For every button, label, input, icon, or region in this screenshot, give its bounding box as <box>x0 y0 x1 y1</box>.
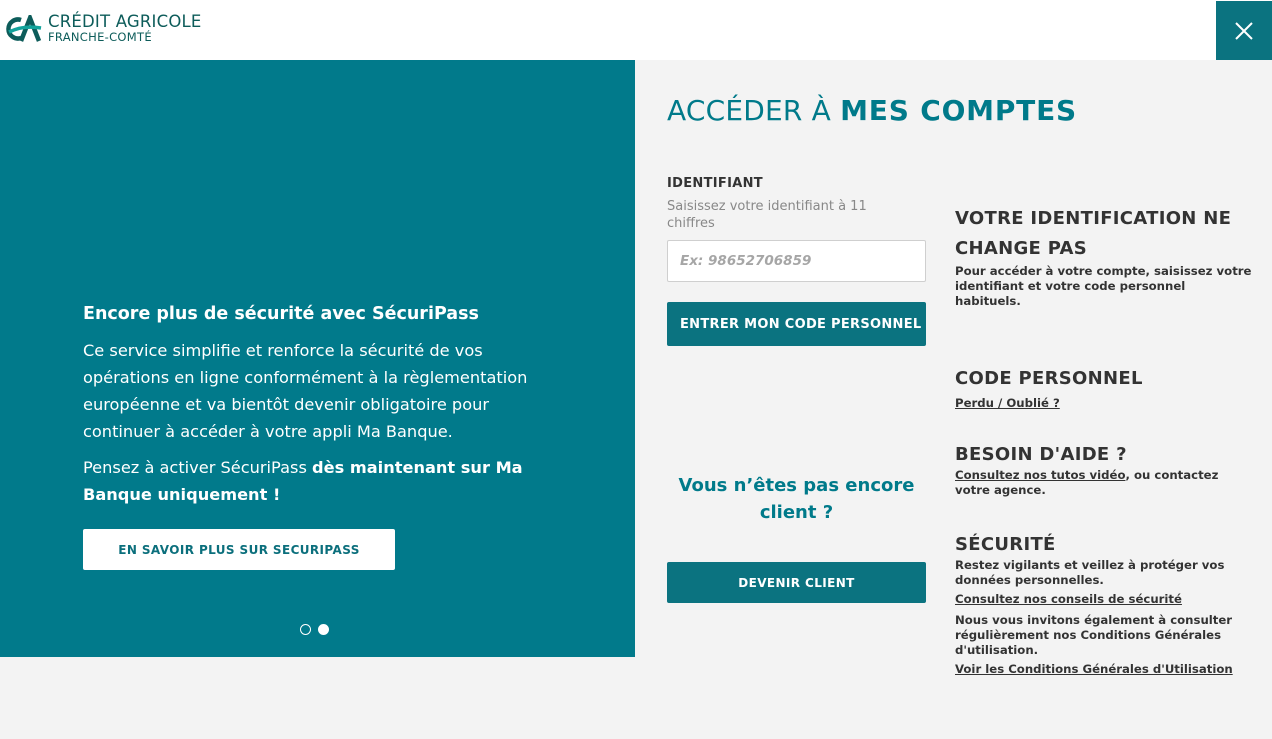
credit-agricole-logo-icon <box>6 15 42 42</box>
securipass-learn-more-button[interactable]: EN SAVOIR PLUS SUR SECURIPASS <box>83 529 395 570</box>
enter-code-button[interactable]: ENTRER MON CODE PERSONNEL <box>667 302 926 346</box>
identification-info: VOTRE IDENTIFICATION NE CHANGE PAS Pour … <box>955 204 1255 309</box>
identification-heading: VOTRE IDENTIFICATION NE CHANGE PAS <box>955 208 1232 259</box>
terms-link[interactable]: Voir les Conditions Générales d'Utilisat… <box>955 662 1233 676</box>
promo-cta-plain: Pensez à activer SécuriPass <box>83 458 313 477</box>
securipass-promo-panel: Encore plus de sécurité avec SécuriPass … <box>0 60 635 657</box>
not-client-text: Vous n’êtes pas encore client ? <box>678 475 915 523</box>
security-heading: SÉCURITÉ <box>955 534 1056 555</box>
help-heading: BESOIN D'AIDE ? <box>955 444 1127 465</box>
close-icon <box>1235 21 1253 40</box>
promo-content: Encore plus de sécurité avec SécuriPass … <box>83 303 563 508</box>
identifier-label: IDENTIFIANT <box>667 176 763 191</box>
logo-region-name: FRANCHE-COMTÉ <box>48 29 152 44</box>
security-advice-link[interactable]: Consultez nos conseils de sécurité <box>955 592 1182 606</box>
logo-brand-name: CRÉDIT AGRICOLE <box>48 12 202 31</box>
terms-text: Nous vous invitons également à consulter… <box>955 613 1233 657</box>
carousel-dots <box>300 624 329 635</box>
promo-text: Ce service simplifie et renforce la sécu… <box>83 341 528 441</box>
video-tutorials-link[interactable]: Consultez nos tutos vidéo <box>955 468 1125 482</box>
code-lost-link[interactable]: Perdu / Oublié ? <box>955 396 1060 410</box>
security-info: SÉCURITÉ Restez vigilants et veillez à p… <box>955 532 1255 607</box>
page-title-plain: ACCÉDER À <box>667 94 841 127</box>
carousel-dot-1[interactable] <box>300 624 311 635</box>
logo-text: CRÉDIT AGRICOLE FRANCHE-COMTÉ <box>48 12 202 44</box>
help-info: BESOIN D'AIDE ? Consultez nos tutos vidé… <box>955 442 1255 498</box>
identifier-input[interactable] <box>667 240 926 282</box>
logo[interactable]: CRÉDIT AGRICOLE FRANCHE-COMTÉ <box>6 12 202 44</box>
terms-info: Nous vous invitons également à consulter… <box>955 613 1255 677</box>
page-title-bold: MES COMPTES <box>840 94 1077 127</box>
page-title: ACCÉDER À MES COMPTES <box>667 94 1077 127</box>
header: CRÉDIT AGRICOLE FRANCHE-COMTÉ <box>0 0 1272 60</box>
carousel-dot-2[interactable] <box>318 624 329 635</box>
identifier-hint: Saisissez votre identifiant à 11 chiffre… <box>667 199 867 231</box>
promo-title: Encore plus de sécurité avec SécuriPass <box>83 304 479 324</box>
identification-text: Pour accéder à votre compte, saisissez v… <box>955 264 1252 308</box>
code-info: CODE PERSONNEL Perdu / Oublié ? <box>955 366 1255 411</box>
code-heading: CODE PERSONNEL <box>955 368 1143 389</box>
security-text: Restez vigilants et veillez à protéger v… <box>955 558 1225 587</box>
become-client-button[interactable]: DEVENIR CLIENT <box>667 562 926 603</box>
close-button[interactable] <box>1216 1 1272 60</box>
promo-call-to-action-text: Pensez à activer SécuriPass dès maintena… <box>83 454 563 508</box>
help-text: Consultez nos tutos vidéo, ou contactez … <box>955 468 1255 498</box>
